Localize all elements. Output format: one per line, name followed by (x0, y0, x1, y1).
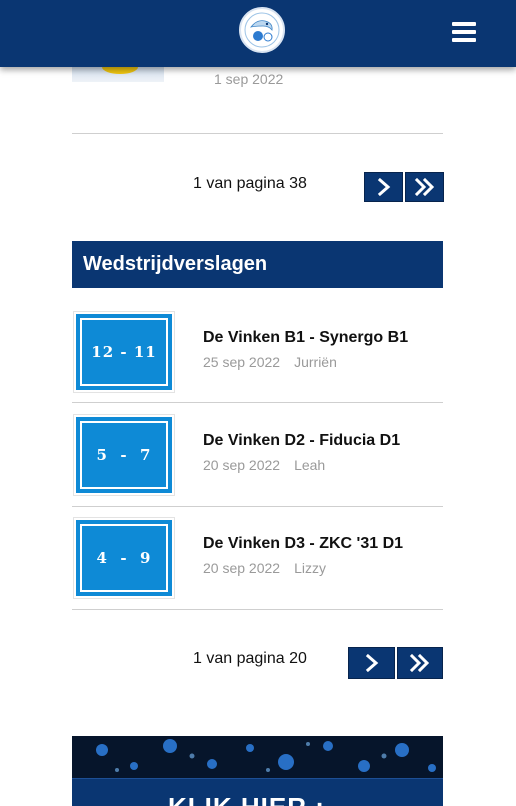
score-badge[interactable]: 12 - 11 (73, 311, 175, 393)
score-badge-fill: 4 - 9 (76, 520, 172, 596)
match-date: 20 sep 2022 (203, 457, 281, 473)
chevron-right-icon (377, 178, 390, 196)
match-author: Leah (294, 457, 326, 473)
reports-pagination-text: 1 van pagina 20 (193, 650, 307, 667)
reports-last-page-button[interactable] (397, 647, 443, 679)
reports-next-page-button[interactable] (348, 647, 395, 679)
corona-banner[interactable]: KLIK HIER : (72, 736, 443, 806)
banner-text[interactable]: KLIK HIER : (168, 792, 325, 806)
divider (72, 133, 443, 134)
match-meta: 20 sep 2022 Leah (203, 457, 325, 473)
double-chevron-right-icon (414, 178, 434, 196)
match-meta: 25 sep 2022 Jurriën (203, 354, 337, 370)
divider (72, 402, 443, 403)
match-title[interactable]: De Vinken D3 - ZKC '31 D1 (203, 535, 403, 553)
club-logo-icon[interactable] (239, 7, 285, 53)
news-next-page-button[interactable] (364, 172, 403, 202)
chevron-right-icon (365, 654, 378, 672)
match-date: 25 sep 2022 (203, 354, 281, 370)
score-badge-fill: 5 - 7 (76, 417, 172, 493)
score-badge[interactable]: 5 - 7 (73, 414, 175, 496)
match-report-item[interactable]: 4 - 9 De Vinken D3 - ZKC '31 D1 20 sep 2… (72, 517, 443, 607)
score-text: 4 - 9 (96, 549, 152, 567)
double-chevron-right-icon (409, 654, 430, 672)
top-header (0, 0, 516, 67)
match-report-item[interactable]: 5 - 7 De Vinken D2 - Fiducia D1 20 sep 2… (72, 414, 443, 504)
menu-bar (452, 22, 476, 26)
virus-image (72, 736, 443, 778)
match-author: Jurriën (294, 354, 337, 370)
score-badge[interactable]: 4 - 9 (73, 517, 175, 599)
menu-bar (452, 38, 476, 42)
news-pagination-text: 1 van pagina 38 (193, 175, 307, 192)
match-report-item[interactable]: 12 - 11 De Vinken B1 - Synergo B1 25 sep… (72, 311, 443, 401)
match-title[interactable]: De Vinken D2 - Fiducia D1 (203, 432, 400, 450)
hamburger-menu-icon[interactable] (452, 22, 476, 42)
menu-bar (452, 30, 476, 34)
score-text: 12 - 11 (91, 343, 157, 361)
score-badge-fill: 12 - 11 (76, 314, 172, 390)
news-last-page-button[interactable] (405, 172, 444, 202)
score-text: 5 - 7 (96, 446, 152, 464)
divider (72, 609, 443, 610)
news-date: 1 sep 2022 (214, 71, 284, 87)
match-date: 20 sep 2022 (203, 560, 281, 576)
match-reports-heading: Wedstrijdverslagen (72, 241, 443, 288)
divider (72, 506, 443, 507)
match-author: Lizzy (294, 560, 326, 576)
match-title[interactable]: De Vinken B1 - Synergo B1 (203, 329, 408, 347)
match-meta: 20 sep 2022 Lizzy (203, 560, 326, 576)
